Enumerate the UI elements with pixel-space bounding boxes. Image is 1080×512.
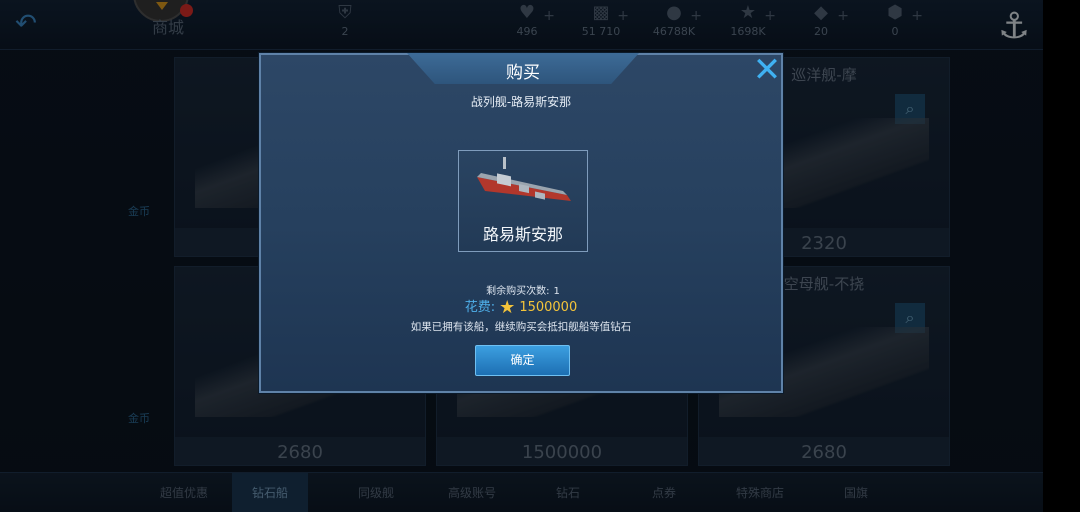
confirm-button[interactable]: 确定 (475, 345, 570, 376)
ship-full-name: 战列舰-路易斯安那 (470, 95, 572, 109)
ship-preview: 路易斯安那 (458, 150, 588, 252)
close-icon[interactable]: ✕ (750, 53, 784, 87)
purchase-cost: 花费: ★ 1500000 (464, 297, 578, 318)
dialog-title: 购买 (506, 63, 540, 83)
star-icon: ★ (499, 297, 516, 318)
battleship-image (477, 157, 571, 201)
purchase-notice: 如果已拥有该船，继续购买会抵扣舰船等值钻石 (410, 321, 632, 333)
remaining-purchases: 剩余购买次数: 1 (486, 286, 560, 297)
ship-label: 路易斯安那 (482, 225, 563, 244)
purchase-dialog: 购买 ✕ 战列舰-路易斯安那 路易斯安那 剩余购买次数: 1 花费: ★ 150000… (259, 53, 783, 393)
screen-edge (1043, 0, 1080, 512)
